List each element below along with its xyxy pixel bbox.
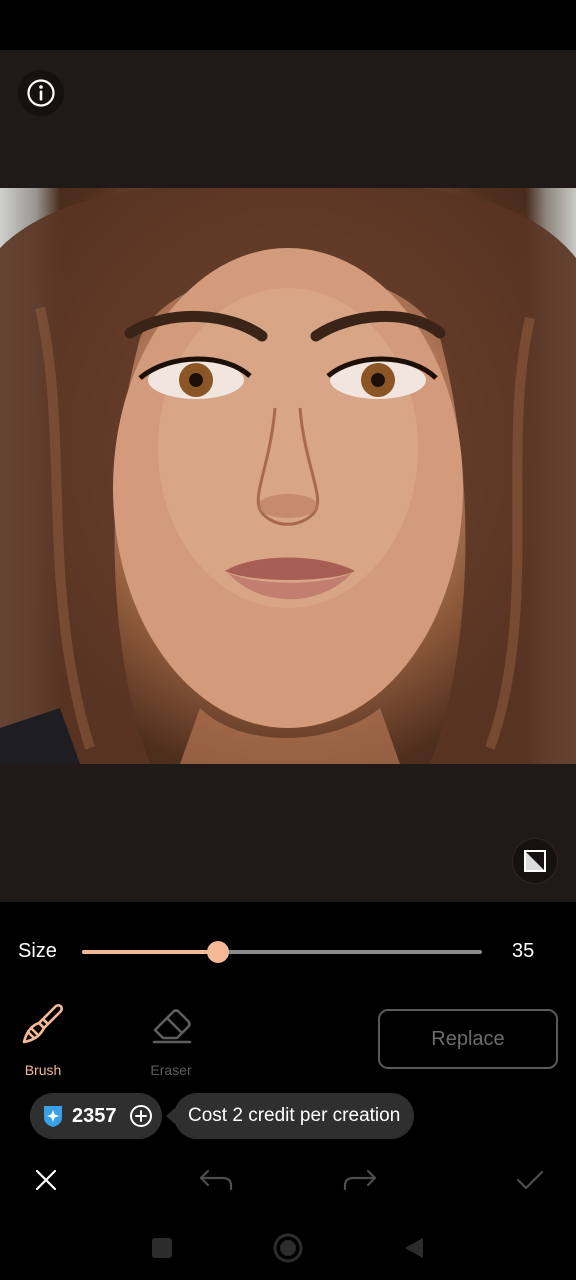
size-value: 35 <box>512 940 535 962</box>
status-bar <box>0 0 576 50</box>
portrait-illustration <box>0 188 576 764</box>
brush-size-row: Size 35 <box>0 932 576 972</box>
credit-balance[interactable]: 2357 <box>30 1093 162 1139</box>
recents-button[interactable] <box>142 1228 182 1268</box>
brush-label: Brush <box>24 1062 62 1078</box>
slider-fill <box>82 950 218 954</box>
close-icon <box>35 1169 57 1191</box>
cost-text: Cost 2 credit per creation <box>188 1105 401 1126</box>
triangle-back-icon <box>405 1238 423 1258</box>
replace-button[interactable]: Replace <box>378 1009 558 1069</box>
portrait-photo[interactable] <box>0 188 576 764</box>
circle-icon <box>273 1233 303 1263</box>
info-button[interactable] <box>18 70 64 116</box>
brush-icon <box>22 1004 63 1044</box>
redo-button[interactable] <box>340 1160 380 1200</box>
check-icon <box>516 1170 544 1190</box>
editor-canvas[interactable] <box>0 50 576 902</box>
redo-icon <box>343 1169 377 1191</box>
size-label: Size <box>18 940 57 962</box>
system-navigation-bar <box>0 1216 576 1280</box>
compare-icon <box>524 850 546 872</box>
eraser-label: Eraser <box>150 1062 192 1078</box>
eraser-icon <box>152 1009 192 1044</box>
slider-thumb[interactable] <box>207 941 229 963</box>
square-icon <box>152 1238 172 1258</box>
undo-icon <box>199 1169 233 1191</box>
eraser-tool[interactable]: Eraser <box>136 1000 206 1084</box>
close-button[interactable] <box>26 1160 66 1200</box>
brush-tool[interactable]: Brush <box>8 1000 78 1084</box>
credit-gem-icon <box>44 1106 62 1127</box>
brush-size-slider[interactable] <box>82 932 482 972</box>
undo-button[interactable] <box>196 1160 236 1200</box>
compare-button[interactable] <box>512 838 558 884</box>
home-button[interactable] <box>268 1228 308 1268</box>
add-credits-icon[interactable] <box>129 1104 153 1128</box>
credit-count: 2357 <box>72 1104 117 1127</box>
confirm-button[interactable] <box>510 1160 550 1200</box>
info-icon <box>27 79 55 107</box>
cost-tooltip: Cost 2 credit per creation <box>165 1093 415 1139</box>
back-button[interactable] <box>394 1228 434 1268</box>
